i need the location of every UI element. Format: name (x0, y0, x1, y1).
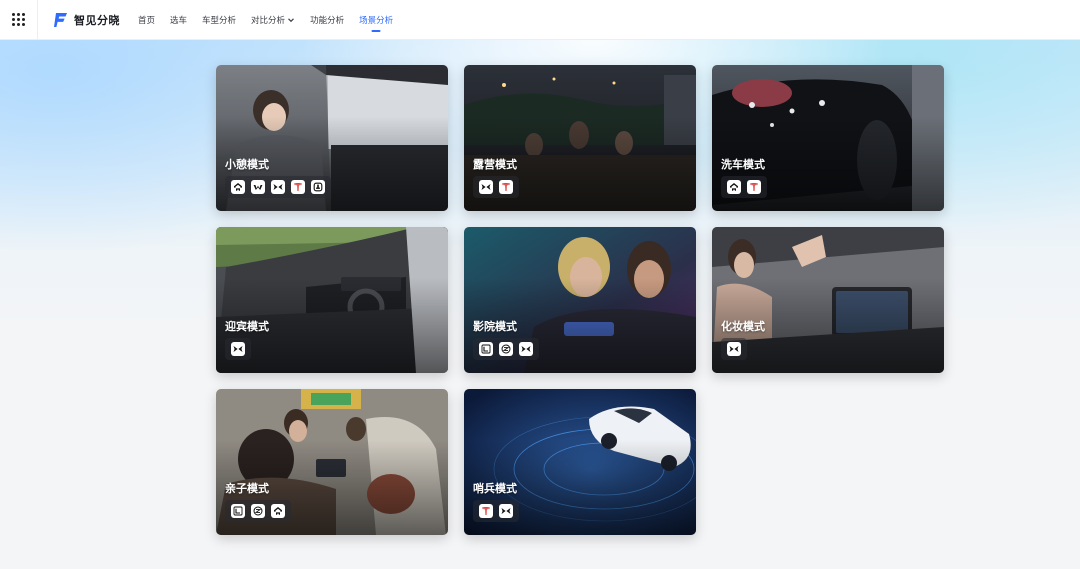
scene-grid: 小憩模式 露营模式 洗车模式迎宾模式 影院模式 化妆模式亲子模式 哨兵模式 (216, 65, 944, 535)
nav-item-feature-analysis[interactable]: 功能分析 (310, 0, 344, 40)
tesla-logo-icon[interactable] (479, 504, 493, 518)
nav-item-compare-analysis[interactable]: 对比分析 (251, 0, 295, 40)
xpeng-logo-icon[interactable] (499, 504, 513, 518)
brand[interactable]: 智见分晓 (54, 12, 120, 28)
brand-logo-row (721, 176, 767, 198)
scene-card-sentry[interactable]: 哨兵模式 (464, 389, 696, 535)
brand-logo-row (473, 176, 519, 198)
tesla-logo-icon[interactable] (747, 180, 761, 194)
scene-title: 洗车模式 (721, 158, 765, 171)
lynk-logo-icon[interactable] (479, 342, 493, 356)
scene-title: 露营模式 (473, 158, 517, 171)
scene-title: 小憩模式 (225, 158, 269, 171)
chevron-down-icon (288, 17, 294, 22)
scene-title: 影院模式 (473, 320, 517, 333)
apps-menu-button[interactable] (0, 0, 38, 40)
vw-logo-icon[interactable] (251, 180, 265, 194)
nio-logo-icon[interactable] (271, 504, 285, 518)
scene-card-family[interactable]: 亲子模式 (216, 389, 448, 535)
brand-name: 智见分晓 (74, 13, 120, 27)
scene-title: 迎宾模式 (225, 320, 269, 333)
xpeng-logo-icon[interactable] (727, 342, 741, 356)
scene-card-makeup[interactable]: 化妆模式 (712, 227, 944, 373)
brand-logo-row (473, 338, 539, 360)
tesla-logo-icon[interactable] (291, 180, 305, 194)
nav-item-model-analysis[interactable]: 车型分析 (202, 0, 236, 40)
main-nav: 首页 选车 车型分析 对比分析 功能分析 场景分析 (138, 0, 408, 40)
brand-logo-row (225, 500, 291, 522)
scene-card-welcome[interactable]: 迎宾模式 (216, 227, 448, 373)
scene-card-camping[interactable]: 露营模式 (464, 65, 696, 211)
nio-logo-icon[interactable] (231, 180, 245, 194)
nio-logo-icon[interactable] (727, 180, 741, 194)
xpeng-logo-icon[interactable] (271, 180, 285, 194)
xpeng-logo-icon[interactable] (519, 342, 533, 356)
li-logo-icon[interactable] (311, 180, 325, 194)
scene-title: 化妆模式 (721, 320, 765, 333)
scene-title: 哨兵模式 (473, 482, 517, 495)
brand-logo-row (225, 176, 331, 198)
nav-item-scene-analysis[interactable]: 场景分析 (359, 0, 393, 40)
xpeng-logo-icon[interactable] (231, 342, 245, 356)
brand-logo-row (721, 338, 747, 360)
scene-card-cinema[interactable]: 影院模式 (464, 227, 696, 373)
scene-title: 亲子模式 (225, 482, 269, 495)
nav-item-home[interactable]: 首页 (138, 0, 155, 40)
scene-card-nap[interactable]: 小憩模式 (216, 65, 448, 211)
brand-logo-row (225, 338, 251, 360)
xpeng-logo-icon[interactable] (479, 180, 493, 194)
zeekr-logo-icon[interactable] (251, 504, 265, 518)
top-nav-bar: 智见分晓 首页 选车 车型分析 对比分析 功能分析 场景分析 (0, 0, 1080, 40)
scene-card-carwash[interactable]: 洗车模式 (712, 65, 944, 211)
brand-logo-row (473, 500, 519, 522)
lynk-logo-icon[interactable] (231, 504, 245, 518)
logo-icon (54, 12, 67, 27)
zeekr-logo-icon[interactable] (499, 342, 513, 356)
grid-icon (12, 13, 25, 26)
tesla-logo-icon[interactable] (499, 180, 513, 194)
nav-item-select-car[interactable]: 选车 (170, 0, 187, 40)
